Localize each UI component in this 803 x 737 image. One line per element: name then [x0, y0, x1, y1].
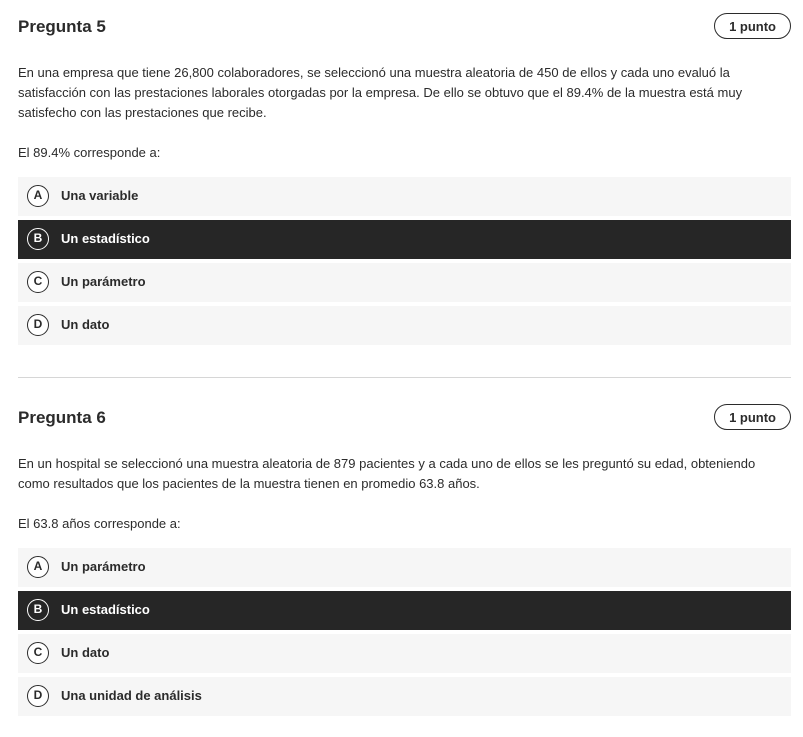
question-header: Pregunta 6 1 punto: [18, 403, 791, 435]
option-letter-badge: C: [27, 642, 49, 664]
option-letter-badge: B: [27, 599, 49, 621]
option-letter-badge: A: [27, 185, 49, 207]
question-text: En una empresa que tiene 26,800 colabora…: [18, 65, 743, 120]
question-text: En un hospital se seleccionó una muestra…: [18, 456, 756, 491]
option-b-selected[interactable]: B Un estadístico: [18, 220, 791, 259]
option-letter-badge: C: [27, 271, 49, 293]
option-d[interactable]: D Un dato: [18, 306, 791, 345]
question-prompt: El 63.8 años corresponde a:: [18, 516, 181, 531]
question-prompt: El 89.4% corresponde a:: [18, 145, 161, 160]
option-a[interactable]: A Una variable: [18, 177, 791, 216]
option-b-selected[interactable]: B Un estadístico: [18, 591, 791, 630]
quiz-page: Pregunta 5 1 punto En una empresa que ti…: [0, 0, 803, 737]
points-badge: 1 punto: [714, 404, 791, 430]
answer-options: A Una variable B Un estadístico C Un par…: [18, 177, 791, 349]
question-title: Pregunta 5: [18, 17, 106, 36]
option-c[interactable]: C Un parámetro: [18, 263, 791, 302]
option-label: Un parámetro: [61, 559, 146, 574]
option-c[interactable]: C Un dato: [18, 634, 791, 673]
option-label: Un dato: [61, 317, 110, 332]
option-label: Un dato: [61, 645, 110, 660]
option-label: Un estadístico: [61, 602, 150, 617]
points-badge: 1 punto: [714, 13, 791, 39]
option-label: Un parámetro: [61, 274, 146, 289]
question-title: Pregunta 6: [18, 408, 106, 427]
option-letter-badge: D: [27, 314, 49, 336]
option-a[interactable]: A Un parámetro: [18, 548, 791, 587]
question-divider: [18, 377, 791, 378]
option-label: Una unidad de análisis: [61, 688, 202, 703]
question-5: Pregunta 5 1 punto En una empresa que ti…: [18, 12, 791, 345]
option-letter-badge: D: [27, 685, 49, 707]
option-label: Un estadístico: [61, 231, 150, 246]
option-d[interactable]: D Una unidad de análisis: [18, 677, 791, 716]
option-label: Una variable: [61, 188, 139, 203]
option-letter-badge: A: [27, 556, 49, 578]
question-header: Pregunta 5 1 punto: [18, 12, 791, 44]
option-letter-badge: B: [27, 228, 49, 250]
question-6: Pregunta 6 1 punto En un hospital se sel…: [18, 403, 791, 716]
answer-options: A Un parámetro B Un estadístico C Un dat…: [18, 548, 791, 720]
